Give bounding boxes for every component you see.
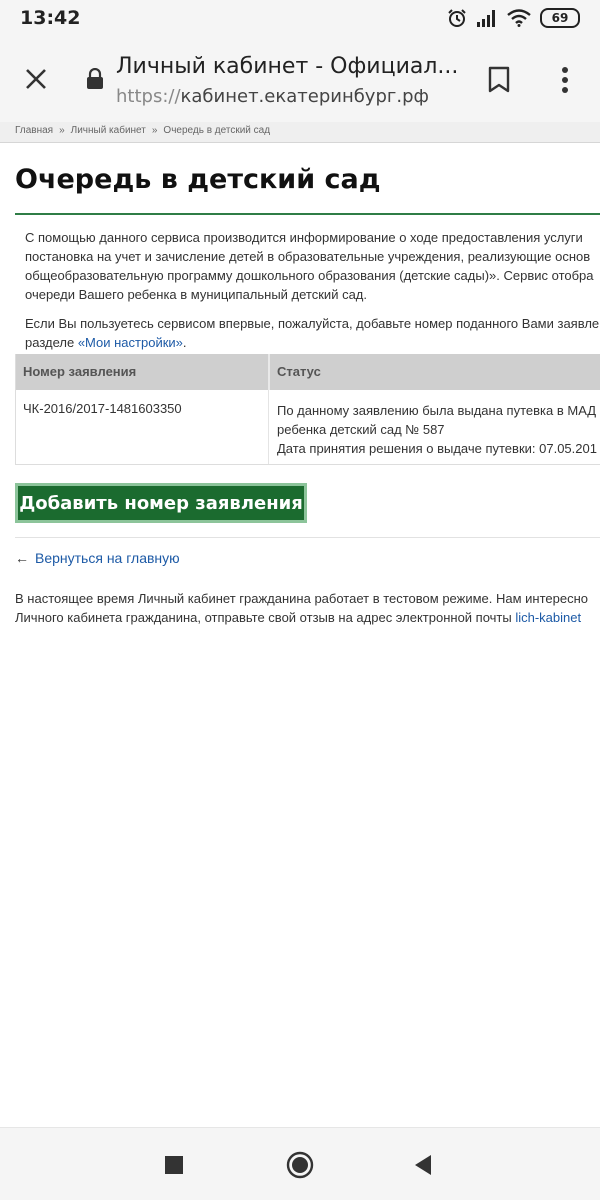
signal-icon <box>477 10 495 27</box>
title-divider <box>15 213 600 215</box>
column-divider <box>268 354 270 390</box>
status-line: По данному заявлению была выдана путевка… <box>277 403 597 418</box>
applications-table: Номер заявления Статус ЧК-2016/2017-1481… <box>15 354 600 465</box>
notice-line: Личного кабинета гражданина, отправьте с… <box>15 610 516 625</box>
application-number: ЧК-2016/2017-1481603350 <box>23 401 182 416</box>
breadcrumb-separator: » <box>151 125 158 136</box>
intro-paragraph: С помощью данного сервиса производится и… <box>25 228 600 304</box>
lock-icon <box>87 68 103 89</box>
settings-link[interactable]: «Мои настройки» <box>78 335 183 350</box>
url-scheme: https:// <box>116 86 181 107</box>
table-header: Номер заявления Статус <box>16 354 600 390</box>
status-icons: 69 <box>447 8 580 28</box>
breadcrumb: Главная » Личный кабинет » Очередь в детский… <box>0 122 600 143</box>
intro-line: очереди Вашего ребенка в муниципальный д… <box>25 287 367 302</box>
wifi-icon <box>507 9 531 27</box>
breadcrumb-item-home[interactable]: Главная <box>15 125 53 136</box>
feedback-email-link[interactable]: lich-kabinet <box>515 610 581 625</box>
url-host: кабинет.екатеринбург.рф <box>180 86 429 107</box>
status-line: ребенка детский сад № 587 <box>277 422 445 437</box>
back-arrow-icon: ← <box>15 550 29 566</box>
back-to-home: ← Вернуться на главную <box>15 550 180 566</box>
status-time: 13:42 <box>20 7 81 29</box>
intro-line: постановка на учет и зачисление детей в … <box>25 249 591 264</box>
browser-page-title[interactable]: Личный кабинет - Официал... <box>116 54 456 79</box>
intro-line: С помощью данного сервиса производится и… <box>25 230 583 245</box>
section-divider <box>15 537 600 538</box>
column-divider <box>268 390 269 464</box>
alarm-icon <box>448 9 466 27</box>
more-menu-icon[interactable] <box>556 66 574 94</box>
first-time-paragraph: Если Вы пользуетесь сервисом впервые, по… <box>25 314 600 352</box>
test-mode-notice: В настоящее время Личный кабинет граждан… <box>15 589 600 627</box>
column-header-status: Статус <box>277 364 321 379</box>
application-status: По данному заявлению была выдана путевка… <box>277 401 597 458</box>
breadcrumb-item-current: Очередь в детский сад <box>163 125 271 136</box>
recent-apps-icon[interactable] <box>165 1156 183 1174</box>
status-bar: 13:42 69 <box>0 0 600 38</box>
first-time-suffix: . <box>182 335 187 350</box>
page-title: Очередь в детский сад <box>15 164 381 195</box>
browser-toolbar: Личный кабинет - Официал... https://каби… <box>0 38 600 124</box>
battery-icon: 69 <box>540 8 580 28</box>
notice-line: В настоящее время Личный кабинет граждан… <box>15 591 589 606</box>
breadcrumb-item-cabinet[interactable]: Личный кабинет <box>71 125 146 136</box>
table-row: ЧК-2016/2017-1481603350 По данному заявл… <box>16 390 600 465</box>
home-icon[interactable] <box>286 1151 314 1179</box>
close-icon[interactable] <box>22 65 50 93</box>
back-to-home-link[interactable]: Вернуться на главную <box>35 550 180 566</box>
first-time-prefix: разделе <box>25 335 78 350</box>
intro-line: общеобразовательную программу дошкольног… <box>25 268 594 283</box>
column-header-number: Номер заявления <box>23 364 137 379</box>
bookmark-icon[interactable] <box>487 66 511 94</box>
first-time-line: Если Вы пользуетесь сервисом впервые, по… <box>25 316 600 331</box>
back-icon[interactable] <box>413 1154 433 1176</box>
status-line: Дата принятия решения о выдаче путевки: … <box>277 441 597 456</box>
add-application-button[interactable]: Добавить номер заявления <box>15 483 307 523</box>
system-navigation-bar <box>0 1127 600 1200</box>
browser-url[interactable]: https://кабинет.екатеринбург.рф <box>116 86 429 107</box>
intro-text: С помощью данного сервиса производится и… <box>25 228 600 362</box>
breadcrumb-separator: » <box>59 125 65 136</box>
